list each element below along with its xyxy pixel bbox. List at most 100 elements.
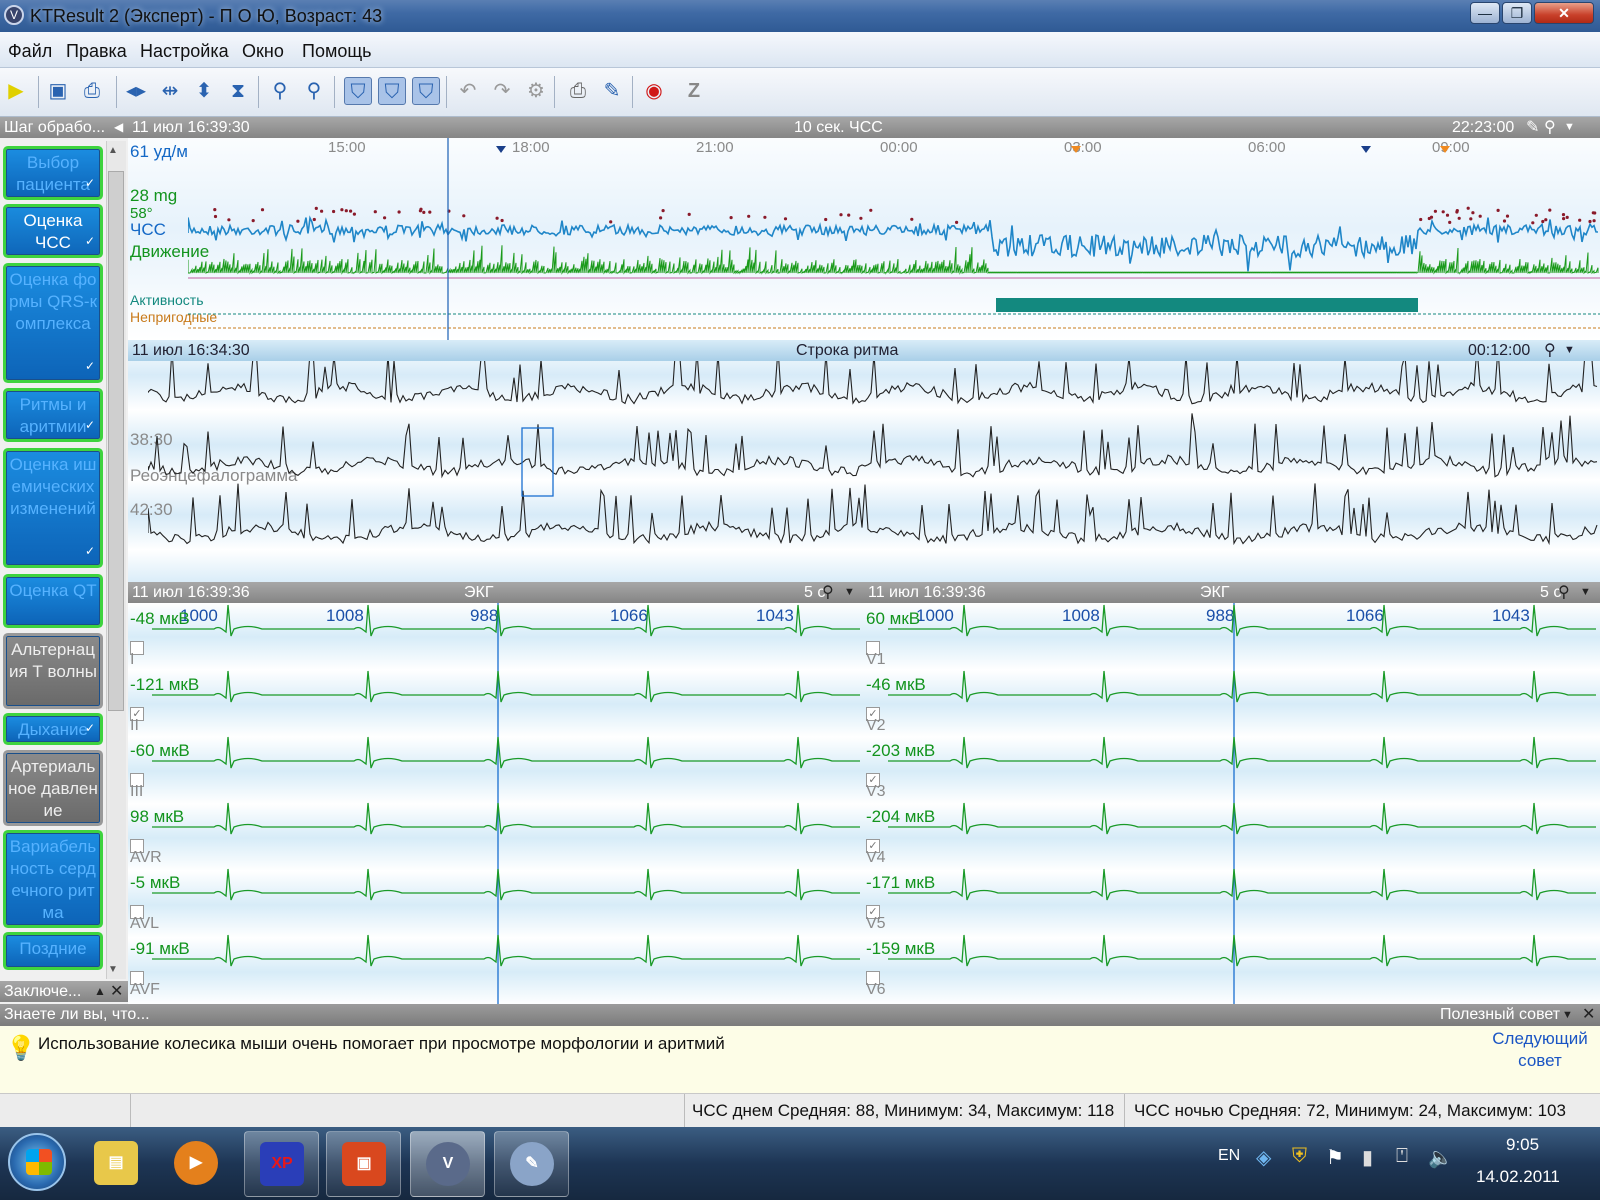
- menu-file[interactable]: Файл: [8, 41, 52, 62]
- taskbar-ktresult[interactable]: V: [410, 1131, 485, 1197]
- fit-vertical-icon[interactable]: ⧗: [224, 77, 252, 105]
- rhythm-header: 11 июл 16:34:30 Строка ритма 00:12:00 ⚲ …: [128, 340, 1600, 361]
- redo-icon[interactable]: ↷: [488, 77, 516, 105]
- rhythm-strip[interactable]: [148, 361, 1600, 582]
- taskbar-explorer[interactable]: ▤: [82, 1131, 157, 1197]
- close-icon[interactable]: ✕: [1582, 1004, 1595, 1026]
- z-icon[interactable]: Z: [680, 77, 708, 105]
- undo-icon[interactable]: ↶: [454, 77, 482, 105]
- conclusion-header[interactable]: Заключе... ▲ ✕: [0, 981, 128, 1002]
- next-tip-link[interactable]: Следующий совет: [1480, 1028, 1600, 1072]
- dropdown-icon[interactable]: ▼: [1564, 340, 1575, 361]
- rr-interval-label: 988: [470, 606, 498, 625]
- arrhythmia-marker: [1578, 218, 1582, 222]
- usb-tray-icon[interactable]: ⍞: [1396, 1145, 1408, 1168]
- step-t-alternans[interactable]: Альтернация Т волны: [6, 636, 100, 706]
- arrhythmia-marker: [1448, 220, 1452, 224]
- zoom-icon[interactable]: ⚲: [1544, 340, 1556, 361]
- printer-icon[interactable]: ⎙: [564, 77, 592, 105]
- step-patient[interactable]: Выбор пациента ✓: [6, 149, 100, 197]
- fit-horizontal-icon[interactable]: ⇹: [156, 77, 184, 105]
- collapse-left-icon[interactable]: ◀: [114, 117, 123, 138]
- menu-settings[interactable]: Настройка: [140, 41, 229, 62]
- play-icon[interactable]: ▶: [2, 77, 30, 105]
- network-tray-icon[interactable]: ◈: [1256, 1145, 1271, 1170]
- taskbar-powerpoint[interactable]: ▣: [326, 1131, 401, 1197]
- app-logo-icon[interactable]: V: [4, 5, 24, 25]
- step-hr[interactable]: Оценка ЧСС ✓: [6, 207, 100, 255]
- zoom-icon[interactable]: ⚲: [1544, 117, 1556, 138]
- arrhythmia-marker: [1469, 217, 1473, 221]
- menu-window[interactable]: Окно: [242, 41, 284, 62]
- step-late-potentials[interactable]: Поздние: [6, 935, 100, 967]
- network-error-icon[interactable]: ▮: [1362, 1145, 1373, 1170]
- arrhythmia-marker: [729, 216, 733, 220]
- filter-2-icon[interactable]: ⚲: [300, 77, 328, 105]
- powerpoint-icon: ▣: [342, 1142, 386, 1186]
- maximize-button[interactable]: ❐: [1502, 2, 1532, 24]
- arrhythmia-marker: [213, 214, 218, 219]
- zoom-horizontal-icon[interactable]: ◂▸: [122, 77, 150, 105]
- step-hrv[interactable]: Вариабельность сердечного ритма: [6, 833, 100, 925]
- lead-name: V4: [866, 849, 886, 866]
- dropdown-icon[interactable]: ▼: [1580, 582, 1591, 603]
- volume-icon[interactable]: 🔈: [1428, 1145, 1453, 1170]
- settings-icon[interactable]: ⚙: [522, 77, 550, 105]
- stop-icon[interactable]: ◉: [640, 77, 668, 105]
- menu-edit[interactable]: Правка: [66, 41, 127, 62]
- shield-tray-icon[interactable]: ⛨: [1292, 1145, 1307, 1168]
- arrhythmia-marker: [609, 220, 613, 224]
- event-marker-icon: [1361, 146, 1371, 153]
- start-button[interactable]: [8, 1133, 66, 1191]
- minimize-button[interactable]: —: [1470, 2, 1500, 24]
- taskbar-paint[interactable]: ✎: [494, 1131, 569, 1197]
- language-indicator[interactable]: EN: [1218, 1147, 1240, 1165]
- expand-icon[interactable]: ▲: [94, 981, 106, 1002]
- arrhythmia-marker: [763, 215, 767, 219]
- trend-plot[interactable]: [188, 138, 1600, 340]
- pin-icon[interactable]: ✎: [1526, 117, 1539, 138]
- filter-active-2-icon[interactable]: ⛉: [378, 77, 406, 105]
- rhythm-trace: [148, 483, 1598, 546]
- step-ischemia[interactable]: Оценка ишемических изменений ✓: [6, 451, 100, 565]
- steps-scrollbar[interactable]: ▲ ▼: [106, 141, 126, 979]
- dropdown-icon[interactable]: ▼: [1564, 117, 1575, 138]
- zoom-icon[interactable]: ⚲: [822, 582, 834, 603]
- menu-help[interactable]: Помощь: [302, 41, 372, 62]
- arrhythmia-marker: [251, 219, 255, 223]
- close-button[interactable]: ✕: [1534, 2, 1594, 24]
- flag-tray-icon[interactable]: ⚑: [1326, 1145, 1344, 1170]
- save-icon[interactable]: ▣: [44, 77, 72, 105]
- ecg-panel-right: 11 июл 16:39:36 ЭКГ 5 с ⚲ ▼ 1000 1008 988 1…: [864, 582, 1600, 1004]
- ecg-right-plot[interactable]: 1000 1008 988 1066 1043: [864, 603, 1600, 1004]
- ecg-left-plot[interactable]: 1000 1008 988 1066 1043: [128, 603, 864, 1004]
- taskbar-floppy-xp[interactable]: XP: [244, 1131, 319, 1197]
- arrhythmia-marker: [1502, 219, 1507, 223]
- rr-interval-label: 1066: [610, 606, 648, 625]
- lead-amplitude: -171 мкВ: [866, 873, 936, 892]
- zoom-icon[interactable]: ⚲: [1558, 582, 1570, 603]
- dropdown-icon[interactable]: ▼: [1562, 1004, 1573, 1026]
- step-breathing[interactable]: Дыхание ✓: [6, 716, 100, 742]
- step-qrs[interactable]: Оценка формы QRS-комплекса ✓: [6, 266, 100, 380]
- arrhythmia-marker: [1478, 214, 1482, 218]
- taskbar-media-player[interactable]: ▶: [160, 1131, 235, 1197]
- scroll-down-icon[interactable]: ▼: [108, 964, 118, 975]
- filter-icon[interactable]: ⚲: [266, 77, 294, 105]
- zoom-vertical-icon[interactable]: ⬍: [190, 77, 218, 105]
- step-qt[interactable]: Оценка QT: [6, 577, 100, 625]
- arrhythmia-marker: [340, 208, 344, 212]
- scroll-thumb[interactable]: [108, 171, 124, 711]
- step-rhythm[interactable]: Ритмы и аритмии ✓: [6, 391, 100, 439]
- arrhythmia-marker: [1541, 219, 1545, 224]
- filter-active-3-icon[interactable]: ⛉: [412, 77, 440, 105]
- ecg-lead-trace: [888, 802, 1596, 835]
- step-blood-pressure[interactable]: Артериальное давление: [6, 753, 100, 823]
- print-preview-icon[interactable]: ⎙: [78, 77, 106, 105]
- close-icon[interactable]: ✕: [110, 981, 123, 1002]
- filter-active-1-icon[interactable]: ⛉: [344, 77, 372, 105]
- scroll-up-icon[interactable]: ▲: [108, 145, 118, 156]
- dropdown-icon[interactable]: ▼: [844, 582, 855, 603]
- arrhythmia-marker: [955, 220, 959, 224]
- report-icon[interactable]: ✎: [598, 77, 626, 105]
